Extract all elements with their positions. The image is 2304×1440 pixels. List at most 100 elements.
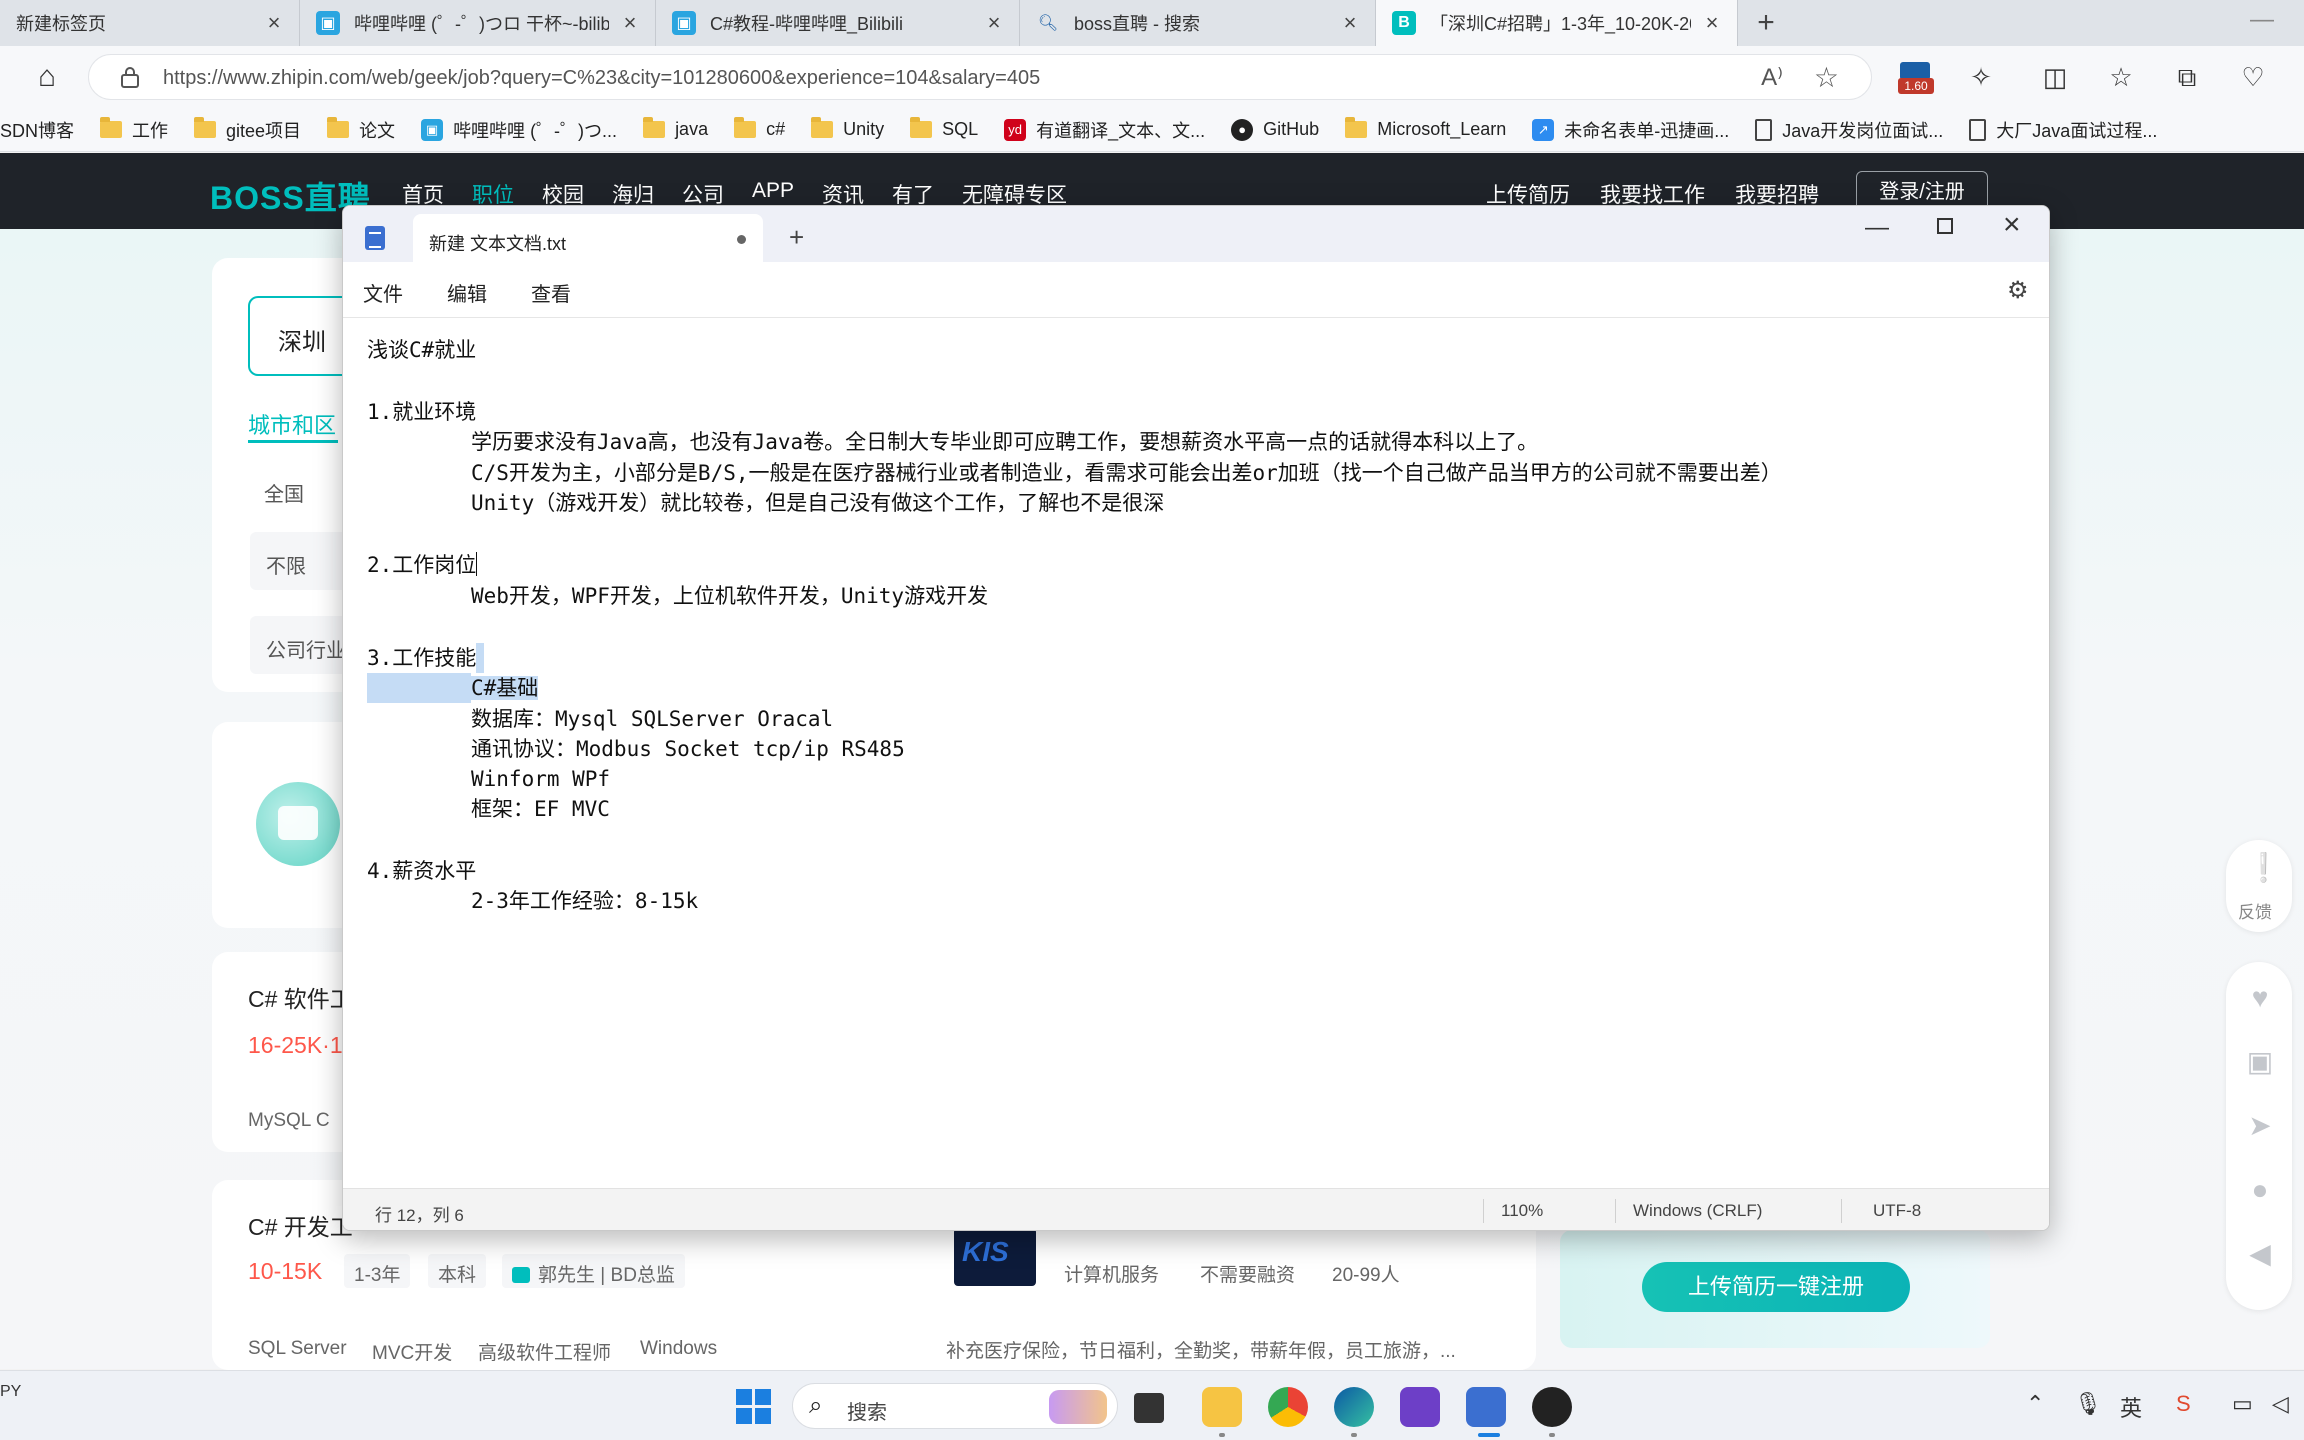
lock-icon[interactable]: [119, 65, 141, 89]
text-line: Web开发，WPF开发，上位机软件开发，Unity游戏开发: [471, 584, 989, 608]
browser-tab-strip: 新建标签页 × ▣ 哔哩哔哩 (゜-゜)つロ 干杯~-bilibili × ▣ …: [0, 0, 2304, 46]
recruiter-tag[interactable]: 郭先生 | BD总监: [502, 1254, 685, 1288]
bookmark-folder[interactable]: Microsoft_Learn: [1345, 117, 1506, 140]
text-editor[interactable]: 浅谈C#就业 1.就业环境 学历要求没有Java高，也没有Java卷。全日制大专…: [343, 318, 2049, 1188]
bookmark-item[interactable]: yd 有道翻译_文本、文...: [1004, 117, 1205, 143]
encoding[interactable]: UTF-8: [1873, 1201, 1921, 1221]
zoom-level[interactable]: 110%: [1501, 1201, 1543, 1221]
obs-icon[interactable]: [1532, 1387, 1572, 1427]
home-icon[interactable]: ⌂: [30, 60, 64, 94]
region-tab[interactable]: 城市和区: [248, 408, 336, 440]
line-ending[interactable]: Windows (CRLF): [1633, 1201, 1762, 1221]
text-line: 3.工作技能: [367, 643, 485, 673]
browser-tab-bilibili[interactable]: ▣ 哔哩哔哩 (゜-゜)つロ 干杯~-bilibili ×: [300, 0, 656, 46]
settings-gear-icon[interactable]: ⚙: [2007, 276, 2029, 305]
job-title[interactable]: C# 开发工: [248, 1208, 353, 1242]
mail-icon: [256, 782, 340, 866]
extensions-puzzle-icon[interactable]: ✧: [1964, 60, 1998, 94]
bookmark-folder[interactable]: SQL: [910, 117, 978, 140]
bookmark-item[interactable]: ▣ 哔哩哔哩 (゜-゜)つ...: [421, 117, 617, 143]
search-highlight-image: [1049, 1390, 1107, 1424]
filter-industry[interactable]: 公司行业: [250, 616, 350, 674]
split-screen-icon[interactable]: ◫: [2038, 60, 2072, 94]
user-icon[interactable]: ●: [2246, 1176, 2274, 1204]
company-logo[interactable]: KIS: [954, 1228, 1036, 1286]
close-icon[interactable]: ×: [1339, 10, 1361, 36]
resume-register-button[interactable]: 上传简历一键注册: [1642, 1262, 1910, 1312]
favorites-icon[interactable]: ☆: [2104, 60, 2138, 94]
company-tag: 20-99人: [1322, 1254, 1410, 1288]
github-icon: ●: [1231, 118, 1254, 141]
bookmark-folder[interactable]: Unity: [811, 117, 884, 140]
boss-icon: B: [1392, 11, 1416, 35]
close-icon[interactable]: ×: [263, 10, 285, 36]
collapse-icon[interactable]: ◀: [2246, 1240, 2274, 1268]
heart-icon[interactable]: ♥: [2246, 984, 2274, 1012]
youdao-icon: yd: [1004, 118, 1027, 141]
new-tab-button[interactable]: +: [1738, 0, 1794, 46]
bookmark-item[interactable]: 大厂Java面试过程...: [1969, 117, 2157, 143]
feedback-button[interactable]: ❕ 反馈: [2226, 840, 2292, 932]
menu-file[interactable]: 文件: [363, 278, 403, 307]
menu-edit[interactable]: 编辑: [447, 278, 487, 307]
cursor-position: 行 12，列 6: [375, 1206, 464, 1225]
url-text[interactable]: https://www.zhipin.com/web/geek/job?quer…: [163, 67, 1040, 90]
file-explorer-icon[interactable]: [1202, 1387, 1242, 1427]
unsaved-dot-icon[interactable]: [737, 235, 746, 244]
tray-expand-icon[interactable]: ⌃: [2026, 1391, 2044, 1417]
volume-icon[interactable]: ◁: [2272, 1391, 2289, 1417]
browser-tab-new[interactable]: 新建标签页 ×: [0, 0, 300, 46]
taskbar-search[interactable]: ⌕ 搜索: [792, 1383, 1118, 1429]
bookmark-folder[interactable]: 论文: [327, 117, 395, 143]
ime-indicator[interactable]: PY: [0, 1383, 21, 1401]
notepad-new-tab-button[interactable]: +: [789, 222, 804, 253]
job-salary: 16-25K·1: [248, 1032, 343, 1058]
close-icon[interactable]: ×: [1701, 10, 1723, 36]
read-aloud-icon[interactable]: A⁾: [1761, 63, 1783, 92]
chrome-icon[interactable]: [1268, 1387, 1308, 1427]
bookmark-item[interactable]: ↗ 未命名表单-迅捷画...: [1532, 117, 1729, 143]
notepad-titlebar: 新建 文本文档.txt + — ×: [343, 206, 2049, 262]
notepad-taskbar-icon[interactable]: [1466, 1387, 1506, 1427]
bookmark-folder[interactable]: c#: [734, 117, 785, 140]
close-icon[interactable]: ×: [983, 10, 1005, 36]
send-icon[interactable]: ➤: [2246, 1112, 2274, 1140]
extension-icon[interactable]: 1.60: [1896, 60, 1936, 94]
bookmark-item[interactable]: SDN博客: [0, 117, 74, 143]
maximize-icon[interactable]: [1937, 218, 1953, 234]
filter-unlimited[interactable]: 不限: [250, 532, 350, 590]
browser-tab-search[interactable]: 🔍︎ boss直聘 - 搜索 ×: [1020, 0, 1376, 46]
notepad-tab[interactable]: 新建 文本文档.txt: [413, 214, 763, 262]
visual-studio-icon[interactable]: [1400, 1387, 1440, 1427]
ime-language[interactable]: 英: [2120, 1391, 2142, 1423]
edge-icon[interactable]: [1334, 1387, 1374, 1427]
bookmark-folder[interactable]: gitee项目: [194, 117, 301, 143]
browser-tab-csharp[interactable]: ▣ C#教程-哔哩哔哩_Bilibili ×: [656, 0, 1020, 46]
url-bar[interactable]: https://www.zhipin.com/web/geek/job?quer…: [88, 54, 1872, 100]
task-view-icon[interactable]: [1134, 1393, 1164, 1423]
network-icon[interactable]: ▭: [2232, 1391, 2253, 1417]
close-icon[interactable]: ×: [619, 10, 641, 36]
bookmark-item[interactable]: Java开发岗位面试...: [1755, 117, 1943, 143]
browser-essentials-icon[interactable]: ♡: [2236, 60, 2270, 94]
window-minimize-icon[interactable]: —: [2250, 6, 2274, 34]
minimize-icon[interactable]: —: [1865, 214, 1889, 242]
text-line: 学历要求没有Java高，也没有Java卷。全日制大专毕业即可应聘工作，要想薪资水…: [471, 430, 1539, 454]
menu-view[interactable]: 查看: [531, 278, 571, 307]
job-title[interactable]: C# 软件工: [248, 980, 353, 1014]
collections-icon[interactable]: ⧉: [2170, 60, 2204, 94]
browser-tab-boss-active[interactable]: B 「深圳C#招聘」1-3年_10-20K-2024 ×: [1376, 0, 1738, 46]
chat-icon[interactable]: ▣: [2246, 1048, 2274, 1076]
windows-start-icon[interactable]: [736, 1389, 772, 1425]
sogou-icon[interactable]: S: [2176, 1391, 2191, 1417]
job-skill: 高级软件工程师: [478, 1343, 612, 1364]
bookmark-folder[interactable]: 工作: [100, 117, 168, 143]
folder-icon: [734, 117, 757, 138]
microphone-icon[interactable]: 🎙︎: [2074, 1391, 2102, 1417]
text-line: Winform WPf: [471, 767, 611, 791]
favorite-star-icon[interactable]: ☆: [1814, 61, 1839, 94]
bookmark-folder[interactable]: java: [643, 117, 708, 140]
close-icon[interactable]: ×: [2003, 208, 2021, 242]
filter-nationwide[interactable]: 全国: [264, 478, 304, 507]
bookmark-item[interactable]: ● GitHub: [1231, 118, 1319, 141]
